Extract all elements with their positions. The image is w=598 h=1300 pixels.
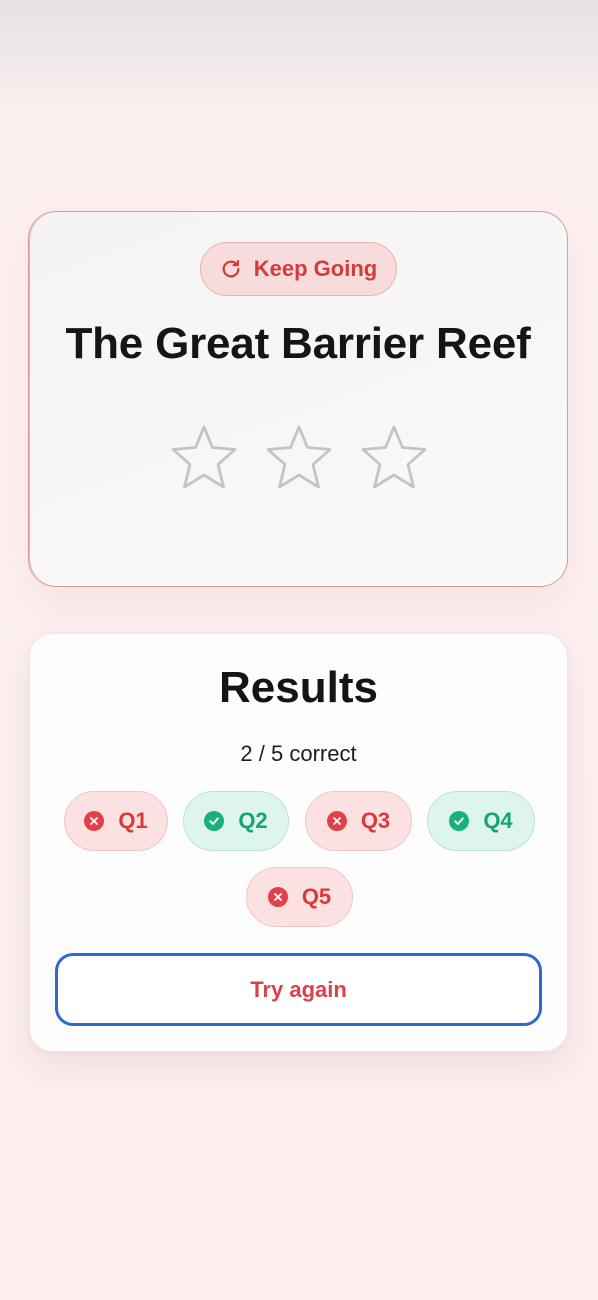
question-chip-q4[interactable]: Q4 [427, 791, 535, 851]
question-chip-label: Q4 [483, 808, 513, 833]
question-chip-label: Q1 [118, 808, 148, 833]
check-circle-icon [449, 811, 470, 831]
status-badge: Keep Going [200, 242, 397, 296]
status-badge-label: Keep Going [253, 256, 378, 281]
status-bar [0, 0, 598, 90]
x-circle-icon [326, 811, 347, 831]
star-icon [266, 425, 332, 489]
question-chip-label: Q2 [238, 808, 268, 833]
question-chip-q3[interactable]: Q3 [305, 791, 412, 851]
page-title: The Great Barrier Reef [65, 319, 531, 368]
question-chip-q1[interactable]: Q1 [64, 791, 168, 851]
question-chip-label: Q5 [301, 884, 332, 909]
star-icon [171, 425, 237, 489]
score-text: 2 / 5 correct [240, 741, 357, 766]
refresh-icon [220, 258, 242, 280]
star-icon [361, 425, 427, 489]
try-again-button[interactable]: Try again [55, 953, 542, 1026]
x-circle-icon [84, 811, 105, 831]
question-chip-q2[interactable]: Q2 [183, 791, 289, 851]
results-title: Results [219, 663, 378, 712]
star-rating [168, 422, 430, 496]
question-chip-q5[interactable]: Q5 [246, 867, 353, 927]
x-circle-icon [267, 887, 288, 907]
question-chip-label: Q3 [360, 808, 391, 833]
check-circle-icon [204, 811, 225, 831]
